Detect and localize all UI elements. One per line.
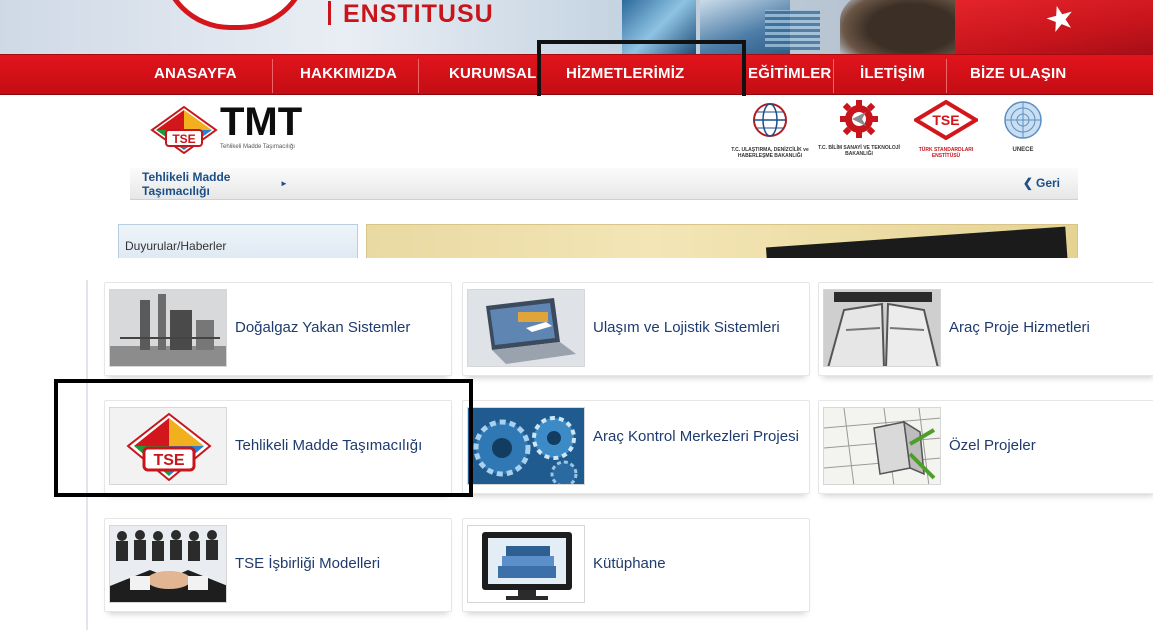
service-card-dogalgaz[interactable]: Doğalgaz Yakan Sistemler [104,282,452,376]
service-card-kutuphane[interactable]: Kütüphane [462,518,810,612]
flag-star-icon: ★ [1040,0,1080,42]
nav-item-anasayfa[interactable]: ANASAYFA [154,65,237,82]
service-label: Araç Kontrol Merkezleri Projesi [593,428,799,445]
nav-item-hakkimizda[interactable]: HAKKIMIZDA [300,65,397,82]
sidebar-news-box[interactable]: Duyurular/Haberler [118,224,358,258]
tse-logo-icon: TSE [912,99,980,141]
service-card-arac-proje[interactable]: Araç Proje Hizmetleri [818,282,1153,376]
nav-separator [272,59,273,93]
breadcrumb-arrow-icon: ► [280,179,288,188]
nav-separator [833,59,834,93]
service-card-tse-isbirligi[interactable]: TSE İşbirliği Modelleri [104,518,452,612]
tmt-logo-text: TMT [220,100,303,144]
highlight-box-nav [537,40,746,102]
tmt-diamond-icon: TSE [150,106,218,154]
ministry-science-gear-logo-icon [840,100,878,138]
chevron-left-icon: ❮ [1022,176,1033,190]
tse-badge-text: TSE [172,132,195,146]
service-label: Kütüphane [593,555,666,572]
car-interior-image [823,289,941,367]
service-label: Araç Proje Hizmetleri [949,319,1090,336]
partner-logo-transport-ministry[interactable]: T.C. ULAŞTIRMA, DENİZCİLİK ve HABERLEŞME… [730,100,810,159]
books-monitor-image [467,525,585,603]
institute-title: ENSTITUSU [328,0,494,30]
gears-image [467,407,585,485]
nav-item-kurumsal[interactable]: KURUMSAL [449,65,536,82]
content-banner-image [366,224,1078,258]
institute-title-text: ENSTITUSU [343,0,494,28]
un-emblem-icon [1004,101,1042,139]
service-card-arac-kontrol[interactable]: Araç Kontrol Merkezleri Projesi [462,400,810,494]
turkish-flag-image: ★ [955,0,1153,56]
tmt-logo-subtitle: Tehlikeli Madde Taşımacılığı [220,144,295,150]
highlight-box-service [54,379,473,497]
sidebar-news-label: Duyurular/Haberler [125,239,227,253]
top-screenshot: ENSTITUSU ★ ANASAYFA HAKKIMIZDA KURUMSAL… [0,0,1153,258]
ministry-transport-logo-icon [753,103,787,137]
partner-caption: TÜRK STANDARDLARI ENSTİTÜSÜ [918,147,974,159]
header-photo-data [765,10,820,50]
bottom-screenshot: Doğalgaz Yakan Sistemler Ulaşım ve Lojis… [0,260,1153,630]
svg-text:TSE: TSE [932,112,959,128]
partner-logo-science-ministry[interactable]: T.C. BİLİM SANAYİ VE TEKNOLOJİ BAKANLIĞI [818,100,900,157]
service-card-ulasim-lojistik[interactable]: Ulaşım ve Lojistik Sistemleri [462,282,810,376]
service-card-ozel-projeler[interactable]: Özel Projeler [818,400,1153,494]
partner-caption: UNECE [1012,147,1034,153]
handshake-image [109,525,227,603]
partner-logo-unece[interactable]: UNECE [988,100,1058,153]
nav-item-bize-ulasin[interactable]: BİZE ULAŞIN [970,65,1066,82]
nav-separator [946,59,947,93]
partner-logo-tse[interactable]: TSE TÜRK STANDARDLARI ENSTİTÜSÜ [908,99,984,159]
back-link[interactable]: ❮ Geri [1023,176,1060,190]
breadcrumb-current: Tehlikeli Madde Taşımacılığı [142,170,231,198]
blueprint-building-image [823,407,941,485]
breadcrumb: Tehlikeli Madde Taşımacılığı ► ❮ Geri [130,168,1078,200]
tse-logo-partial [160,0,310,30]
service-label: Doğalgaz Yakan Sistemler [235,319,411,336]
tmt-page-content: TSE TMT Tehlikeli Madde Taşımacılığı T.C… [118,96,1078,258]
service-label: Ulaşım ve Lojistik Sistemleri [593,319,780,336]
nav-item-egitimler[interactable]: EĞİTİMLER [748,65,831,82]
gas-plant-image [109,289,227,367]
back-link-label: Geri [1035,176,1060,190]
service-label: Özel Projeler [949,437,1036,454]
partner-caption: T.C. BİLİM SANAYİ VE TEKNOLOJİ BAKANLIĞI [818,145,900,157]
nav-separator [418,59,419,93]
laptop-logistics-image [467,289,585,367]
tmt-logo[interactable]: TSE TMT Tehlikeli Madde Taşımacılığı [150,100,330,156]
partner-caption: T.C. ULAŞTIRMA, DENİZCİLİK ve HABERLEŞME… [731,147,809,159]
banner-shadow [765,226,1069,258]
service-label: TSE İşbirliği Modelleri [235,555,381,572]
nav-item-iletisim[interactable]: İLETİŞİM [860,65,925,82]
